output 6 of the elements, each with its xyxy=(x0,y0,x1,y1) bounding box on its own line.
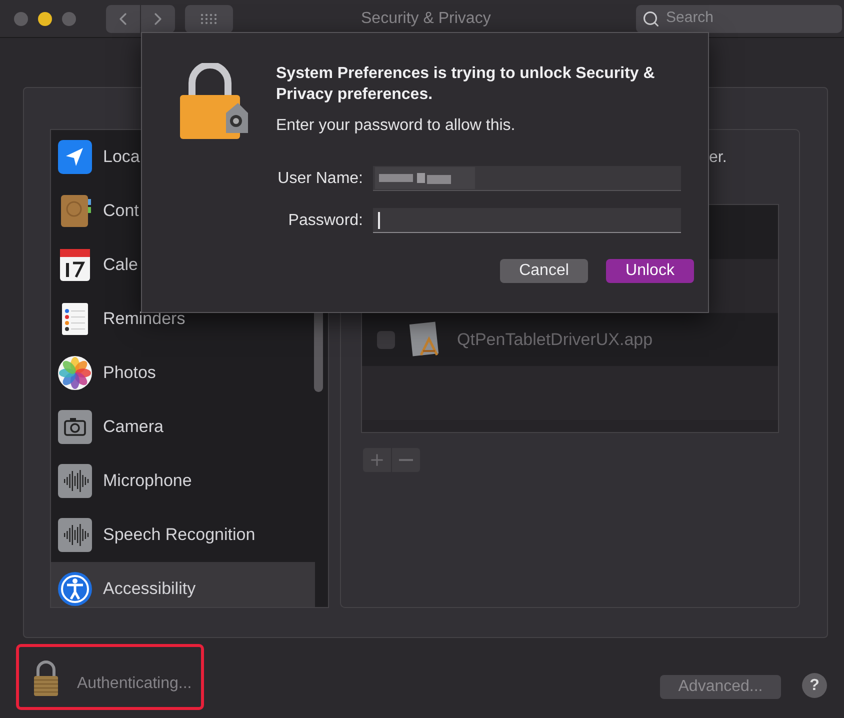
dialog-title: System Preferences is trying to unlock Security & Privacy preferences. xyxy=(276,64,656,105)
field-label: Password: xyxy=(287,210,363,230)
window-title: Security & Privacy xyxy=(361,8,491,28)
dialog-message: Enter your password to allow this. xyxy=(276,116,516,136)
description-text: er. xyxy=(709,148,727,168)
field-label: User Name: xyxy=(276,168,363,188)
